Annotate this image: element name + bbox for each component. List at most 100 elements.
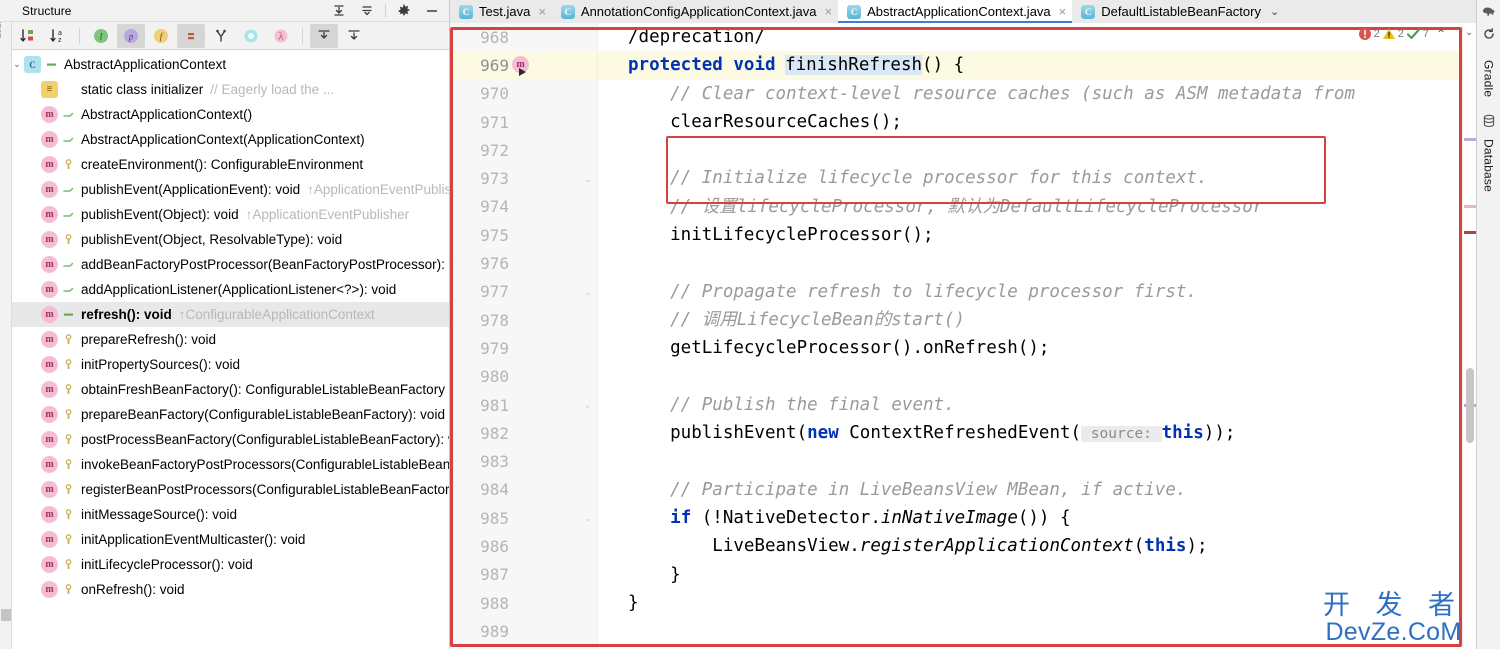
code-line[interactable] [598,249,1462,277]
editor-tab[interactable]: C DefaultListableBeanFactory ⌄ [1072,0,1286,23]
chevron-down-icon[interactable]: ⌄ [1270,5,1279,18]
chevron-down-icon[interactable]: ⌄ [10,59,24,70]
settings-gear-icon[interactable] [391,1,417,21]
code-line[interactable] [598,363,1462,391]
code-line[interactable]: // Publish the final event. [598,391,1462,419]
editor-scroll-thumb[interactable] [1466,368,1474,443]
code-line[interactable] [598,447,1462,475]
gutter-line-number[interactable]: 972 [450,136,597,164]
editor-marker-scrollbar[interactable]: ⌄ [1462,23,1476,649]
editor-gutter[interactable]: 968 969 970 971 972 973 ⌄ 974 975 976 977 ⌄ 978 979 98… [450,23,598,649]
inspection-collapse-chevron[interactable]: ⌃ [1436,27,1446,41]
tool-window-tab-database[interactable]: Database [1482,133,1496,198]
code-line[interactable]: // Propagate refresh to lifecycle proces… [598,278,1462,306]
close-icon[interactable]: × [538,5,546,18]
gutter-line-number[interactable]: 975 [450,221,597,249]
structure-tree-item[interactable]: m publishEvent(ApplicationEvent): void ↑Ap… [0,177,449,202]
structure-tree-item[interactable]: m initLifecycleProcessor(): void [0,552,449,577]
structure-tree-item[interactable]: m refresh(): void ↑ConfigurableApplication… [0,302,449,327]
refresh-icon[interactable] [1479,24,1499,44]
gutter-line-number[interactable]: 986 [450,532,597,560]
editor-tab[interactable]: C Test.java × [450,0,552,23]
structure-tree-item[interactable]: m registerBeanPostProcessors(Configurable… [0,477,449,502]
structure-tree-item[interactable]: m addBeanFactoryPostProcessor(BeanFactory… [0,252,449,277]
gutter-line-number[interactable]: 988 [450,589,597,617]
gutter-line-number[interactable]: 977 [450,278,597,306]
expand-all-icon[interactable] [326,1,352,21]
show-inherited-button[interactable]: I [87,24,115,48]
structure-tree-item[interactable]: m createEnvironment(): ConfigurableEnviro… [0,152,449,177]
expand-all-tree-button[interactable] [310,23,338,48]
tool-window-tab-gradle[interactable]: Gradle [1482,54,1496,103]
inspection-ok[interactable]: 7 [1406,27,1429,41]
code-line[interactable]: // 设置lifecycleProcessor, 默认为DefaultLifec… [598,193,1462,221]
code-line[interactable]: LiveBeansView.registerApplicationContext… [598,532,1462,560]
editor-tab[interactable]: C AnnotationConfigApplicationContext.java… [551,0,839,23]
code-line[interactable] [598,136,1462,164]
gutter-line-number[interactable]: 974 [450,193,597,221]
structure-tree-item[interactable]: m prepareBeanFactory(ConfigurableListable… [0,402,449,427]
collapse-all-tree-button[interactable] [340,24,368,48]
code-line[interactable] [598,617,1462,645]
gutter-line-number[interactable]: 987 [450,561,597,589]
structure-tree-item[interactable]: m onRefresh(): void [0,577,449,602]
sort-by-visibility-button[interactable] [14,24,42,48]
structure-tree-item[interactable]: m publishEvent(Object, ResolvableType): v… [0,227,449,252]
code-line[interactable]: /deprecation/ [598,23,1462,51]
structure-tree-item[interactable]: m initPropertySources(): void [0,352,449,377]
code-line[interactable]: protected void finishRefresh() { [598,51,1462,80]
show-non-public-button[interactable] [177,23,205,48]
gutter-line-number[interactable]: 970 [450,80,597,108]
structure-tree-item[interactable]: m obtainFreshBeanFactory(): ConfigurableL… [0,377,449,402]
code-fold-marker[interactable]: ⌄ [582,400,593,411]
code-fold-marker[interactable]: ⌄ [582,513,593,524]
show-fields-button[interactable]: f [147,24,175,48]
sort-alphabetically-button[interactable]: az [44,24,72,48]
close-icon[interactable]: × [825,5,833,18]
gutter-line-number[interactable]: 973 [450,164,597,192]
code-fold-marker[interactable]: ⌄ [582,174,593,185]
code-line[interactable]: getLifecycleProcessor().onRefresh(); [598,334,1462,362]
gutter-line-number[interactable]: 981 [450,391,597,419]
show-interfaces-button[interactable] [237,24,265,48]
code-line[interactable]: } [598,561,1462,589]
scrollbar-up-chevron[interactable]: ⌄ [1465,27,1473,38]
gutter-line-number[interactable]: 982 [450,419,597,447]
gutter-line-number[interactable]: 971 [450,108,597,136]
structure-tree-item[interactable]: m initApplicationEventMulticaster(): void [0,527,449,552]
code-line[interactable]: publishEvent(new ContextRefreshedEvent( … [598,419,1462,447]
code-line[interactable]: // Participate in LiveBeansView MBean, i… [598,476,1462,504]
structure-tree-item[interactable]: m AbstractApplicationContext() [0,102,449,127]
inspection-status-widget[interactable]: 2 2 7 ⌃ [1358,27,1446,41]
database-icon[interactable] [1479,111,1499,131]
show-lambdas-button[interactable]: λ [267,24,295,48]
gutter-line-number[interactable]: 978 [450,306,597,334]
structure-tree-item[interactable]: m addApplicationListener(ApplicationListe… [0,277,449,302]
structure-tree-item[interactable]: m prepareRefresh(): void [0,327,449,352]
code-line[interactable]: // Clear context-level resource caches (… [598,80,1462,108]
gradle-elephant-icon[interactable] [1479,2,1499,22]
gutter-line-number[interactable]: 983 [450,447,597,475]
editor-tab-bar[interactable]: C Test.java × C AnnotationConfigApplicationC… [450,0,1476,23]
code-line[interactable]: if (!NativeDetector.inNativeImage()) { [598,504,1462,532]
structure-tree-item[interactable]: m postProcessBeanFactory(ConfigurableList… [0,427,449,452]
structure-tree-item[interactable]: m AbstractApplicationContext(ApplicationC… [0,127,449,152]
code-line[interactable]: // Initialize lifecycle processor for th… [598,164,1462,192]
gutter-line-number[interactable]: 985 [450,504,597,532]
inspection-errors[interactable]: 2 [1358,27,1380,41]
close-icon[interactable]: × [1059,5,1067,18]
gutter-line-number[interactable]: 976 [450,249,597,277]
collapse-all-icon[interactable] [354,1,380,21]
structure-tree-item[interactable]: ≡ static class initializer // Eagerly load… [0,77,449,102]
structure-tree-item[interactable]: m invokeBeanFactoryPostProcessors(Configu… [0,452,449,477]
code-line[interactable]: initLifecycleProcessor(); [598,221,1462,249]
editor-tab[interactable]: C AbstractApplicationContext.java × [838,0,1073,23]
gutter-line-number[interactable]: 989 [450,617,597,645]
gutter-line-number[interactable]: 968 [450,23,597,51]
code-line[interactable]: } [598,589,1462,617]
gutter-line-number[interactable]: 979 [450,334,597,362]
structure-tree[interactable]: ⌄ C AbstractApplicationContext ≡ static clas… [0,50,449,649]
structure-tree-item[interactable]: m publishEvent(Object): void ↑ApplicationE… [0,202,449,227]
structure-tree-item[interactable]: ⌄ C AbstractApplicationContext [0,52,449,77]
show-properties-button[interactable]: p [117,23,145,48]
